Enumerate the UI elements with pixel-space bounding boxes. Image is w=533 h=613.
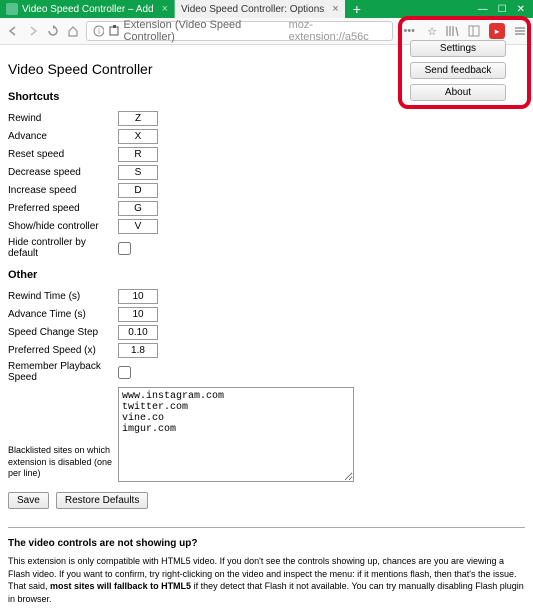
options-page: Video Speed Controller Shortcuts Rewind … (0, 45, 533, 613)
save-button[interactable]: Save (8, 492, 49, 509)
reset-label: Reset speed (8, 149, 118, 160)
rewind-time-input[interactable] (118, 289, 158, 304)
hidedefault-checkbox[interactable] (118, 242, 131, 255)
back-button[interactable] (6, 24, 20, 38)
pref-speed-input[interactable] (118, 343, 158, 358)
library-icon[interactable] (445, 24, 459, 38)
speed-step-label: Speed Change Step (8, 327, 118, 338)
help-text: This extension is only compatible with H… (8, 555, 525, 605)
tab-title: Video Speed Controller – Add (22, 4, 154, 15)
close-icon[interactable]: × (162, 3, 168, 15)
minimize-icon[interactable]: — (478, 4, 488, 15)
star-icon[interactable]: ☆ (425, 24, 439, 38)
pref-speed-label: Preferred Speed (x) (8, 345, 118, 356)
reset-input[interactable] (118, 147, 158, 162)
menu-icon[interactable] (513, 24, 527, 38)
divider (8, 527, 525, 528)
window-titlebar: Video Speed Controller – Add × Video Spe… (0, 0, 533, 18)
rewind-time-label: Rewind Time (s) (8, 291, 118, 302)
help-title: The video controls are not showing up? (8, 538, 525, 549)
extension-popup: Settings Send feedback About (410, 40, 506, 106)
address-bar[interactable]: i Extension (Video Speed Controller) moz… (86, 21, 393, 41)
blacklist-label: Blacklisted sites on which extension is … (8, 445, 118, 482)
close-icon[interactable]: × (332, 3, 338, 15)
home-button[interactable] (66, 24, 80, 38)
reload-button[interactable] (46, 24, 60, 38)
tab-favicon (6, 3, 18, 15)
more-icon[interactable]: ••• (403, 25, 415, 37)
close-window-icon[interactable]: ✕ (517, 4, 525, 15)
settings-button[interactable]: Settings (410, 40, 506, 57)
info-icon: i (93, 25, 104, 37)
rewind-input[interactable] (118, 111, 158, 126)
section-other: Other (8, 269, 525, 281)
advance-time-label: Advance Time (s) (8, 309, 118, 320)
advance-label: Advance (8, 131, 118, 142)
increase-label: Increase speed (8, 185, 118, 196)
new-tab-button[interactable]: + (345, 1, 369, 17)
sidebar-icon[interactable] (467, 24, 481, 38)
restore-defaults-button[interactable]: Restore Defaults (56, 492, 148, 509)
about-button[interactable]: About (410, 84, 506, 101)
decrease-label: Decrease speed (8, 167, 118, 178)
browser-tab-2[interactable]: Video Speed Controller: Options × (175, 0, 345, 18)
increase-input[interactable] (118, 183, 158, 198)
send-feedback-button[interactable]: Send feedback (410, 62, 506, 79)
remember-checkbox[interactable] (118, 366, 131, 379)
browser-tab-1[interactable]: Video Speed Controller – Add × (0, 0, 175, 18)
preferred-label: Preferred speed (8, 203, 118, 214)
preferred-input[interactable] (118, 201, 158, 216)
advance-time-input[interactable] (118, 307, 158, 322)
svg-text:i: i (98, 27, 100, 36)
rewind-label: Rewind (8, 113, 118, 124)
showhide-label: Show/hide controller (8, 221, 118, 232)
forward-button[interactable] (26, 24, 40, 38)
extension-badge-icon[interactable]: ▸ (489, 23, 505, 39)
address-url: moz-extension://a56c (289, 19, 387, 43)
remember-label: Remember Playback Speed (8, 361, 118, 383)
hidedefault-label: Hide controller by default (8, 237, 118, 259)
decrease-input[interactable] (118, 165, 158, 180)
maximize-icon[interactable]: ☐ (498, 4, 507, 15)
blacklist-textarea[interactable] (118, 387, 354, 482)
speed-step-input[interactable] (118, 325, 158, 340)
advance-input[interactable] (118, 129, 158, 144)
tab-title: Video Speed Controller: Options (181, 4, 324, 15)
extension-icon (108, 25, 119, 37)
address-prefix: Extension (Video Speed Controller) (123, 19, 284, 43)
showhide-input[interactable] (118, 219, 158, 234)
